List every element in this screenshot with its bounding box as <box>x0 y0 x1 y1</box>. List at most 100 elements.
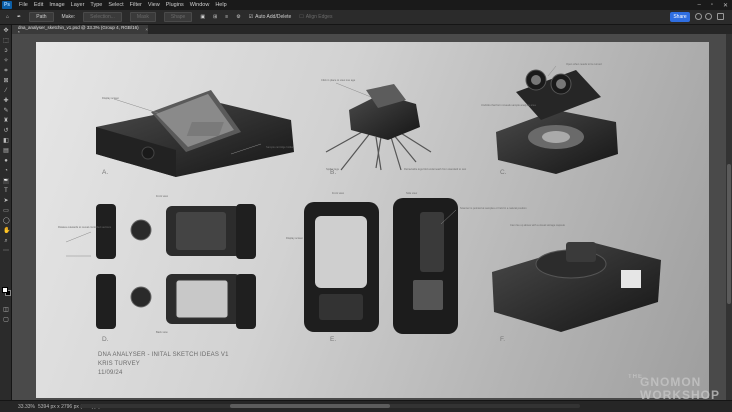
device-a-sketch <box>96 90 294 177</box>
document-tab-title: dna_analyser_sketchin_v1.psd @ 33.3% (Gr… <box>18 24 139 35</box>
path-select-tool-icon[interactable]: ➤ <box>3 198 9 204</box>
menu-layer[interactable]: Layer <box>68 2 88 8</box>
align-edges-checkbox[interactable]: ☐ Align Edges <box>299 14 332 20</box>
dodge-tool-icon[interactable]: ◔ <box>3 168 9 174</box>
label-c-note: Unclicks that form reveals sample analys… <box>481 104 536 107</box>
marquee-tool-icon[interactable]: ⬚ <box>3 38 9 44</box>
path-arrangement-icon[interactable]: ≡ <box>225 14 228 20</box>
caption-date: 11/09/24 <box>98 370 123 376</box>
maximize-icon[interactable]: ▫ <box>711 2 713 8</box>
app-logo[interactable]: Ps <box>2 1 12 9</box>
pen-tool-active-icon[interactable]: ✒ <box>3 178 9 184</box>
path-alignment-icon[interactable]: ⊞ <box>213 14 217 20</box>
menu-view[interactable]: View <box>145 2 163 8</box>
settings-icon[interactable]: ⚙ <box>236 14 240 20</box>
move-tool-icon[interactable]: ✥ <box>3 28 9 34</box>
menu-filter[interactable]: Filter <box>127 2 145 8</box>
search-icon[interactable] <box>695 13 702 20</box>
menu-select[interactable]: Select <box>105 2 126 8</box>
device-d-back-sketch <box>96 274 256 329</box>
watermark-gnomon: GNOMON <box>640 375 702 389</box>
letter-c: C. <box>500 169 507 176</box>
brush-tool-icon[interactable]: ✎ <box>3 108 9 114</box>
menu-image[interactable]: Image <box>46 2 67 8</box>
gradient-tool-icon[interactable]: ▤ <box>3 148 9 154</box>
document-tab-bar: dna_analyser_sketchin_v1.psd @ 33.3% (Gr… <box>12 24 732 35</box>
letter-d: D. <box>102 336 109 343</box>
selection-button[interactable]: Selection... <box>83 12 122 22</box>
document-canvas[interactable]: Display screen Sample cartridge holder C… <box>36 42 709 398</box>
letter-a: A. <box>102 169 109 176</box>
tools-panel: ✥ ⬚ ↄ ✧ ⌗ ⊠ ⁄ ✚ ✎ ♜ ↺ ◧ ▤ ● ◔ ✒ T ➤ ▭ ◯ … <box>0 25 12 400</box>
magic-wand-tool-icon[interactable]: ✧ <box>3 58 9 64</box>
path-mode-select[interactable]: Path <box>29 12 54 22</box>
close-icon[interactable]: ✕ <box>723 2 728 9</box>
share-button[interactable]: Share <box>670 12 690 22</box>
vertical-scroll-thumb[interactable] <box>727 164 731 304</box>
path-operations-icon[interactable]: ▣ <box>200 14 205 20</box>
device-e-front-sketch <box>304 202 379 332</box>
menu-plugins[interactable]: Plugins <box>163 2 187 8</box>
align-edges-label: Align Edges <box>305 14 333 20</box>
ellipse-tool-icon[interactable]: ◯ <box>3 218 10 224</box>
make-label: Make: <box>61 14 76 20</box>
menu-help[interactable]: Help <box>212 2 229 8</box>
tab-close-icon[interactable]: × <box>145 27 148 32</box>
foreground-color-swatch[interactable] <box>2 287 8 293</box>
menu-bar: Ps File Edit Image Layer Type Select Fil… <box>0 0 732 10</box>
zoom-tool-icon[interactable]: ⌕ <box>3 238 9 244</box>
type-tool-icon[interactable]: T <box>3 188 9 194</box>
screen-mode-icon[interactable]: ▢ <box>3 317 9 323</box>
device-d-front-sketch <box>96 204 256 259</box>
lasso-tool-icon[interactable]: ↄ <box>3 48 9 54</box>
menu-file[interactable]: File <box>16 2 31 8</box>
label-c-top: Open when needs to be turned <box>566 63 602 66</box>
caption-author: KRIS TURVEY <box>98 361 140 367</box>
zoom-level[interactable]: 33.33% <box>0 404 35 410</box>
label-e-side: Side view <box>406 192 418 195</box>
sketch-illustrations <box>65 65 661 334</box>
crop-tool-icon[interactable]: ⌗ <box>3 68 9 74</box>
horizontal-scroll-thumb[interactable] <box>230 404 390 408</box>
label-d-side: Rotates outwards to reveal controlled se… <box>58 226 112 229</box>
label-e-front: Front view <box>332 192 344 195</box>
label-b-leg-note: Retractable legs fold underneath from st… <box>404 168 467 171</box>
label-e-display: Display screen <box>286 237 304 240</box>
stamp-tool-icon[interactable]: ♜ <box>3 118 9 124</box>
more-tools-icon[interactable]: ⋯ <box>3 248 9 254</box>
quick-mask-icon[interactable]: ◫ <box>3 307 9 313</box>
workspace-icon[interactable] <box>717 13 724 20</box>
device-f-sketch <box>492 242 661 332</box>
device-e-side-sketch <box>393 198 458 334</box>
label-d-back: Back view <box>156 331 168 334</box>
document-tab[interactable]: dna_analyser_sketchin_v1.psd @ 33.3% (Gr… <box>12 24 148 35</box>
pen-tool-icon[interactable]: ✒ <box>17 14 21 20</box>
label-a-display: Display screen <box>102 97 120 100</box>
vertical-scrollbar[interactable] <box>726 34 732 400</box>
eyedropper-tool-icon[interactable]: ⁄ <box>3 88 9 94</box>
mask-button[interactable]: Mask <box>129 12 156 22</box>
healing-brush-tool-icon[interactable]: ✚ <box>3 98 9 104</box>
shape-button[interactable]: Shape <box>163 12 193 22</box>
minimize-icon[interactable]: – <box>697 2 700 8</box>
auto-add-delete-checkbox[interactable]: ☑ Auto Add/Delete <box>249 14 292 20</box>
eraser-tool-icon[interactable]: ◧ <box>3 138 9 144</box>
hand-tool-icon[interactable]: ✋ <box>3 228 10 234</box>
label-f-note: Can rise up above with a visual storage … <box>510 224 565 227</box>
label-d-front: Front view <box>156 195 168 198</box>
horizontal-scrollbar[interactable] <box>80 404 580 408</box>
blur-tool-icon[interactable]: ● <box>3 158 9 164</box>
label-a-cartridge: Sample cartridge holder <box>266 146 294 149</box>
rectangle-tool-icon[interactable]: ▭ <box>3 208 9 214</box>
menu-edit[interactable]: Edit <box>31 2 46 8</box>
device-c-sketch <box>496 69 618 174</box>
caption-title: DNA ANALYSER - INITAL SKETCH IDEAS V1 <box>98 352 229 358</box>
menu-window[interactable]: Window <box>187 2 213 8</box>
help-icon[interactable] <box>705 13 712 20</box>
history-brush-tool-icon[interactable]: ↺ <box>3 128 9 134</box>
home-icon[interactable]: ⌂ <box>6 14 9 20</box>
frame-tool-icon[interactable]: ⊠ <box>3 78 9 84</box>
options-bar: ⌂ ✒ Path Make: Selection... Mask Shape ▣… <box>0 10 732 25</box>
menu-type[interactable]: Type <box>87 2 105 8</box>
letter-b: B. <box>330 169 337 176</box>
